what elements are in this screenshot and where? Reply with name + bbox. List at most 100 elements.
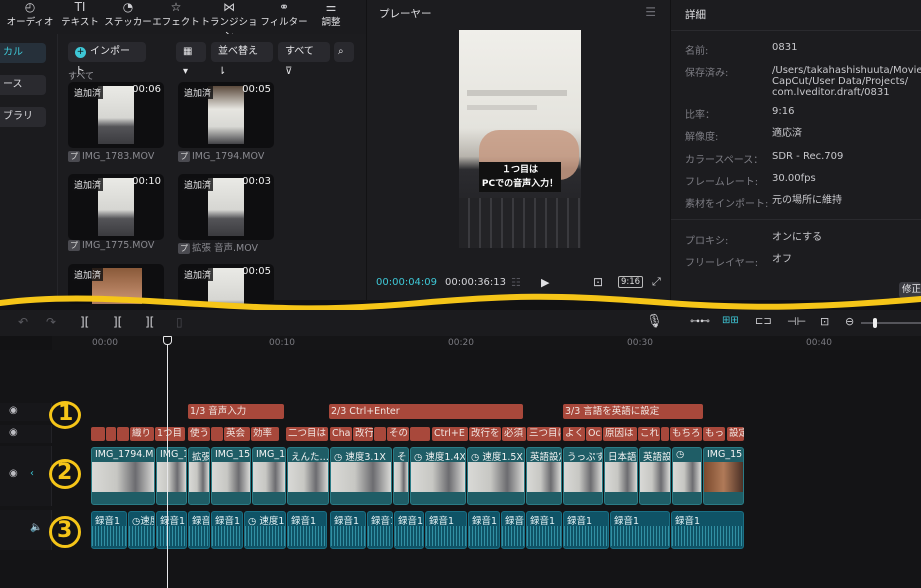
audio-clip[interactable]: 録音1 — [367, 511, 393, 549]
eye-icon[interactable]: ◉ — [9, 427, 18, 438]
caption-clip[interactable]: 1つ目 — [155, 427, 185, 441]
caption-clip[interactable]: 英会 — [224, 427, 250, 441]
audio-clip[interactable]: 録音1 — [526, 511, 562, 549]
toolbar-transition[interactable]: ⋈トランジション — [198, 0, 260, 42]
main-track-magnet-icon[interactable]: ⊶⊷ — [690, 316, 710, 327]
fit-icon[interactable]: ⊡ — [593, 275, 603, 289]
trim-left-icon[interactable]: ][ — [113, 315, 122, 329]
caption-clip[interactable]: 使う — [188, 427, 210, 441]
timeline-ruler[interactable]: 00:00 00:10 00:20 00:30 00:40 — [52, 336, 921, 350]
audio-clip[interactable]: 録音 — [188, 511, 210, 549]
audio-clip[interactable]: 録音1 — [287, 511, 327, 549]
caption-clip[interactable] — [106, 427, 116, 441]
caption-clip[interactable] — [117, 427, 129, 441]
sort-button[interactable]: 並べ替え ⇂ — [211, 42, 273, 77]
audio-clip[interactable]: ◷速度 — [128, 511, 155, 549]
video-clip[interactable]: そ — [393, 447, 409, 505]
zoom-out-icon[interactable]: ⊖ — [845, 315, 854, 328]
sidebar-item-local[interactable]: カル — [0, 43, 46, 63]
timeline-view-icon[interactable]: ☷ — [511, 276, 521, 289]
track-lock-icon[interactable]: ‹ — [30, 468, 34, 479]
sidebar-item-source[interactable]: ース — [0, 75, 46, 95]
caption-clip[interactable] — [410, 427, 430, 441]
view-toggle-button[interactable]: ▦ ▾ — [176, 42, 206, 77]
audio-clip[interactable]: 録音1 — [468, 511, 500, 549]
caption-clip[interactable]: これ — [638, 427, 660, 441]
video-clip[interactable]: IMG_17 — [252, 447, 286, 505]
eye-icon[interactable]: ◉ — [9, 405, 18, 416]
audio-clip[interactable]: 録音1 — [156, 511, 187, 549]
video-clip[interactable]: ◷ 速度3.1X — [330, 447, 392, 505]
video-clip[interactable]: IMG_15 — [211, 447, 251, 505]
import-button[interactable]: + インポート — [68, 42, 146, 77]
zoom-slider[interactable] — [861, 318, 921, 328]
caption-clip[interactable]: その — [387, 427, 409, 441]
caption-clip[interactable]: 三つ目は — [527, 427, 561, 441]
audio-clip[interactable]: 録音1 — [563, 511, 609, 549]
caption-clip[interactable]: Cha — [330, 427, 352, 441]
auto-snap-icon[interactable]: ⊞⊞ — [722, 315, 739, 326]
sidebar-item-library[interactable]: ブラリ — [0, 107, 46, 127]
audio-clip[interactable]: 録音1 — [671, 511, 744, 549]
playhead-handle[interactable] — [163, 336, 172, 345]
caption-clip[interactable]: 原因は — [603, 427, 637, 441]
caption-clip[interactable]: 必須 — [502, 427, 526, 441]
play-button[interactable]: ▶ — [541, 276, 549, 289]
chapter-text-clip[interactable]: 2/3 Ctrl+Enter — [329, 404, 523, 419]
video-clip[interactable]: ◷ 速度1.4X — [410, 447, 466, 505]
trim-right-icon[interactable]: ][ — [145, 315, 154, 329]
chapter-text-clip[interactable]: 3/3 言語を英語に設定 — [563, 404, 703, 419]
audio-clip[interactable]: 録音1 — [425, 511, 467, 549]
audio-clip[interactable]: 録音1 — [91, 511, 127, 549]
video-clip[interactable]: ◷ — [672, 447, 702, 505]
undo-icon[interactable]: ↶ — [18, 315, 28, 329]
redo-icon[interactable]: ↷ — [46, 315, 56, 329]
caption-clip[interactable]: よく — [563, 427, 585, 441]
video-clip[interactable]: IMG_1794.MO — [91, 447, 155, 505]
caption-clip[interactable]: Oc — [586, 427, 602, 441]
filter-button[interactable]: すべて ⊽ — [278, 42, 330, 77]
delete-icon[interactable]: ▯ — [176, 315, 183, 329]
linkage-icon[interactable]: ⊏⊐ — [755, 316, 772, 327]
caption-clip[interactable] — [91, 427, 105, 441]
video-clip[interactable]: 拡張 — [188, 447, 210, 505]
caption-clip[interactable] — [211, 427, 223, 441]
search-button[interactable]: ⌕ — [334, 42, 354, 62]
zoom-slider-handle[interactable] — [873, 318, 877, 328]
caption-clip[interactable] — [374, 427, 386, 441]
toolbar-effect[interactable]: ☆ エフェクト — [148, 0, 204, 34]
audio-clip[interactable]: 録音1 — [330, 511, 366, 549]
eye-icon[interactable]: ◉ — [9, 468, 18, 479]
video-clip[interactable]: えんた… — [287, 447, 329, 505]
ratio-button[interactable]: 9:16 — [618, 276, 644, 288]
media-clip[interactable]: 追加済 00:05 — [178, 82, 274, 148]
video-clip[interactable]: IMG_1 — [156, 447, 187, 505]
media-clip[interactable]: 追加済 00:03 — [178, 174, 274, 240]
caption-clip[interactable]: もちろ — [670, 427, 702, 441]
caption-clip[interactable] — [661, 427, 669, 441]
video-clip[interactable]: 英語設定 — [526, 447, 562, 505]
chapter-text-clip[interactable]: 1/3 音声入力 — [188, 404, 284, 419]
media-clip[interactable]: 追加済 00:10 — [68, 174, 164, 240]
caption-clip[interactable]: もっ — [703, 427, 725, 441]
fullscreen-icon[interactable]: ⤢ — [652, 275, 661, 289]
caption-clip[interactable]: 設定 — [727, 427, 744, 441]
video-clip[interactable]: 日本語入 — [604, 447, 638, 505]
audio-clip[interactable]: ◷ 速度1. — [244, 511, 286, 549]
audio-clip[interactable]: 録音1 — [394, 511, 424, 549]
screenshot-icon[interactable]: ⊡ — [820, 315, 829, 328]
caption-clip[interactable]: 二つ目は — [286, 427, 328, 441]
split-icon[interactable]: ][ — [80, 315, 89, 329]
toolbar-adjust[interactable]: ⚌ 調整 — [303, 0, 359, 34]
caption-clip[interactable]: 織り — [130, 427, 154, 441]
caption-clip[interactable]: Ctrl+E — [432, 427, 468, 441]
playhead[interactable] — [167, 336, 168, 588]
preview-axis-icon[interactable]: ⊣⊢ — [787, 315, 806, 328]
caption-clip[interactable]: 効率 — [251, 427, 279, 441]
menu-icon[interactable]: ☰ — [645, 5, 656, 19]
video-clip[interactable]: IMG_15 — [703, 447, 744, 505]
toolbar-audio[interactable]: ◴ オーディオ — [2, 0, 58, 34]
speaker-icon[interactable]: 🔈 — [30, 522, 42, 533]
audio-clip[interactable]: 録音1 — [610, 511, 670, 549]
video-clip[interactable]: 英語設 — [639, 447, 671, 505]
